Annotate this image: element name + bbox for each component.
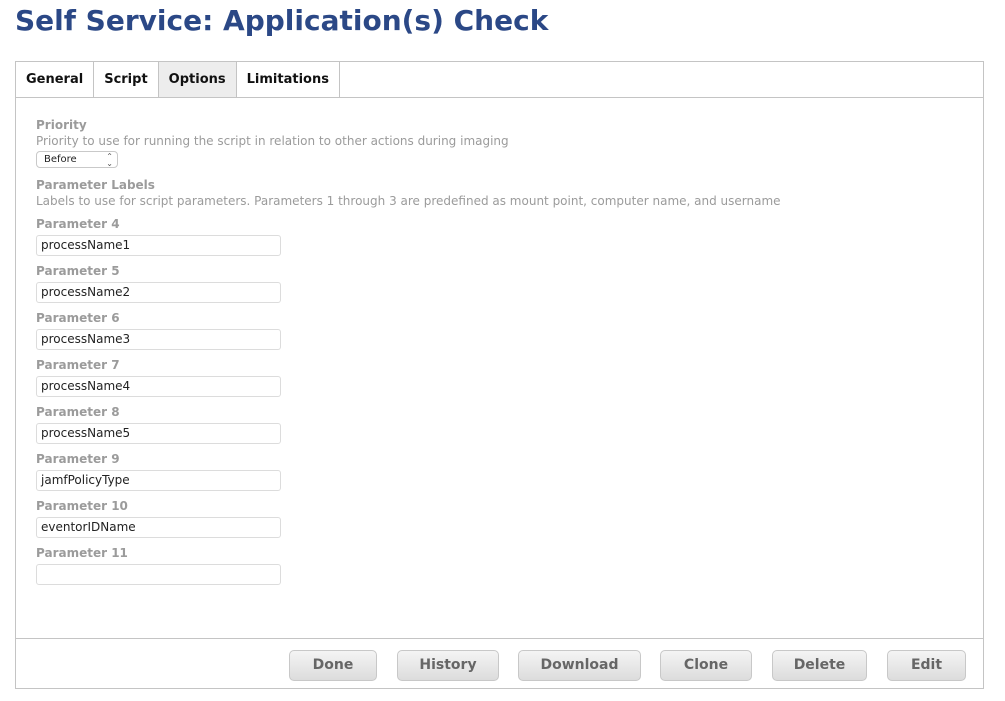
parameter-7-label: Parameter 7 (36, 358, 120, 372)
parameter-5-input[interactable]: processName2 (36, 282, 281, 303)
parameter-7-input[interactable]: processName4 (36, 376, 281, 397)
parameter-labels-heading: Parameter Labels (36, 178, 155, 192)
delete-button[interactable]: Delete (772, 650, 867, 681)
clone-button[interactable]: Clone (660, 650, 752, 681)
tab-script[interactable]: Script (94, 62, 159, 97)
updown-arrows-icon: ⌃ ⌄ (106, 152, 113, 168)
priority-select-value: Before (44, 154, 77, 165)
parameter-8-group: Parameter 8 processName5 (36, 405, 966, 444)
parameter-4-group: Parameter 4 processName1 (36, 217, 966, 256)
parameter-labels-description: Labels to use for script parameters. Par… (36, 194, 781, 208)
priority-select[interactable]: Before ⌃ ⌄ (36, 151, 118, 168)
parameter-9-input[interactable]: jamfPolicyType (36, 470, 281, 491)
done-button[interactable]: Done (289, 650, 377, 681)
tab-bar: General Script Options Limitations (16, 62, 983, 98)
parameter-9-label: Parameter 9 (36, 452, 120, 466)
options-content: Priority Priority to use for running the… (36, 118, 966, 585)
download-button[interactable]: Download (518, 650, 641, 681)
parameter-5-group: Parameter 5 processName2 (36, 264, 966, 303)
options-panel: General Script Options Limitations Prior… (15, 61, 984, 689)
parameter-8-input[interactable]: processName5 (36, 423, 281, 444)
parameter-11-input[interactable] (36, 564, 281, 585)
priority-description: Priority to use for running the script i… (36, 134, 509, 148)
parameter-10-label: Parameter 10 (36, 499, 128, 513)
parameter-5-label: Parameter 5 (36, 264, 120, 278)
action-footer: Done History Download Clone Delete Edit (16, 638, 983, 688)
page-title: Self Service: Application(s) Check (15, 4, 549, 37)
parameter-10-input[interactable]: eventorIDName (36, 517, 281, 538)
parameter-10-group: Parameter 10 eventorIDName (36, 499, 966, 538)
parameter-4-input[interactable]: processName1 (36, 235, 281, 256)
priority-label: Priority (36, 118, 87, 132)
history-button[interactable]: History (397, 650, 499, 681)
parameter-6-group: Parameter 6 processName3 (36, 311, 966, 350)
tab-general[interactable]: General (16, 62, 95, 97)
parameter-4-label: Parameter 4 (36, 217, 120, 231)
parameter-11-label: Parameter 11 (36, 546, 128, 560)
tab-limitations[interactable]: Limitations (236, 62, 340, 97)
parameter-8-label: Parameter 8 (36, 405, 120, 419)
parameter-11-group: Parameter 11 (36, 546, 966, 585)
parameter-6-label: Parameter 6 (36, 311, 120, 325)
edit-button[interactable]: Edit (887, 650, 966, 681)
parameter-9-group: Parameter 9 jamfPolicyType (36, 452, 966, 491)
tab-options[interactable]: Options (158, 62, 237, 97)
parameter-7-group: Parameter 7 processName4 (36, 358, 966, 397)
parameter-6-input[interactable]: processName3 (36, 329, 281, 350)
